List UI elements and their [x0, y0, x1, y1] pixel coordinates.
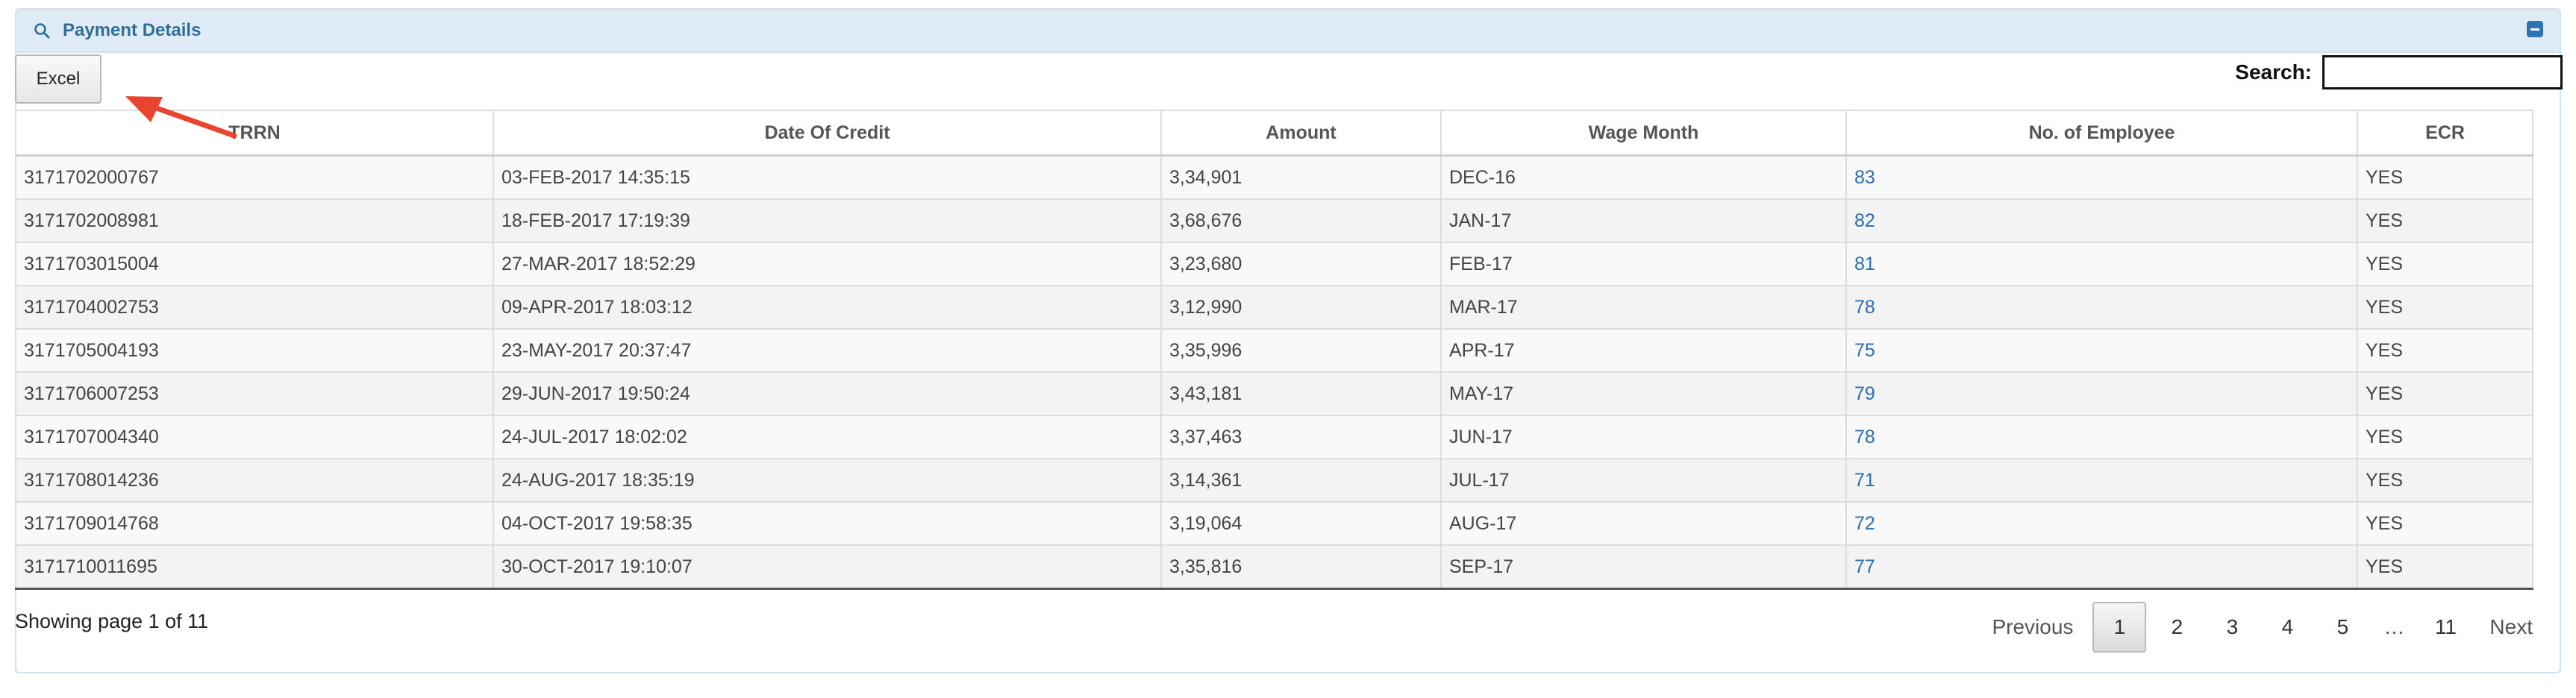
trrn-cell: 3171709014768 [15, 501, 494, 546]
search-input[interactable] [2322, 55, 2563, 89]
employee-count-link[interactable]: 77 [1845, 544, 2358, 590]
date-of-credit-cell: 23-MAY-2017 20:37:47 [493, 328, 1162, 373]
table-row: 3171709014768 04-OCT-2017 19:58:35 3,19,06… [15, 501, 2533, 546]
trrn-cell: 3171707004340 [15, 415, 494, 459]
table-row: 3171705004193 23-MAY-2017 20:37:47 3,35,99… [15, 328, 2533, 373]
trrn-cell: 3171708014236 [15, 458, 494, 503]
table-row: 3171710011695 30-OCT-2017 19:10:07 3,35,81… [15, 544, 2533, 590]
ecr-cell: YES [2357, 242, 2533, 286]
wage-month-cell: AUG-17 [1440, 501, 1847, 546]
page-button[interactable]: 3 [2204, 602, 2260, 653]
ecr-cell: YES [2357, 328, 2533, 373]
ecr-cell: YES [2357, 285, 2533, 330]
trrn-cell: 3171704002753 [15, 285, 494, 330]
ecr-cell: YES [2357, 501, 2533, 546]
trrn-cell: 3171706007253 [15, 371, 494, 416]
wage-month-cell: DEC-16 [1440, 154, 1847, 200]
page-button[interactable]: 2 [2149, 602, 2204, 653]
employee-count-link[interactable]: 78 [1845, 285, 2358, 330]
date-of-credit-cell: 18-FEB-2017 17:19:39 [493, 198, 1162, 243]
table-row: 3171702008981 18-FEB-2017 17:19:39 3,68,67… [15, 198, 2533, 243]
ecr-cell: YES [2357, 458, 2533, 503]
ecr-cell: YES [2357, 415, 2533, 459]
wage-month-cell: JUN-17 [1440, 415, 1847, 459]
wage-month-cell: SEP-17 [1440, 544, 1847, 590]
panel-title: Payment Details [63, 20, 201, 40]
wage-month-cell: JUL-17 [1440, 458, 1847, 503]
amount-cell: 3,34,901 [1160, 154, 1442, 200]
employee-count-link[interactable]: 72 [1845, 501, 2358, 546]
ecr-cell: YES [2357, 544, 2533, 590]
date-of-credit-cell: 30-OCT-2017 19:10:07 [493, 544, 1162, 590]
date-of-credit-cell: 04-OCT-2017 19:58:35 [493, 501, 1162, 546]
table-header-row: TRRN Date Of Credit Amount Wage Month No. of… [15, 110, 2533, 157]
pagination-ellipsis: … [2383, 615, 2405, 638]
ecr-cell: YES [2357, 371, 2533, 416]
table-row: 3171707004340 24-JUL-2017 18:02:02 3,37,46… [15, 415, 2533, 459]
amount-cell: 3,14,361 [1160, 458, 1442, 503]
table-body: 3171702000767 03-FEB-2017 14:35:15 3,34,90… [15, 154, 2533, 590]
table-row: 3171702000767 03-FEB-2017 14:35:15 3,34,90… [15, 154, 2533, 200]
table-row: 3171704002753 09-APR-2017 18:03:12 3,12,99… [15, 285, 2533, 330]
page-button[interactable]: 1 [2092, 602, 2147, 653]
amount-cell: 3,35,996 [1160, 328, 1442, 373]
date-of-credit-cell: 24-JUL-2017 18:02:02 [493, 415, 1162, 459]
panel-header: Payment Details [16, 10, 2560, 53]
amount-cell: 3,43,181 [1160, 371, 1442, 416]
column-header[interactable]: ECR [2357, 110, 2533, 157]
wage-month-cell: APR-17 [1440, 328, 1847, 373]
column-header[interactable]: Date Of Credit [493, 110, 1162, 157]
date-of-credit-cell: 27-MAR-2017 18:52:29 [493, 242, 1162, 286]
payment-table: TRRN Date Of Credit Amount Wage Month No. of… [15, 110, 2533, 590]
date-of-credit-cell: 29-JUN-2017 19:50:24 [493, 371, 1162, 416]
amount-cell: 3,37,463 [1160, 415, 1442, 459]
pagination: Previous 1 2 3 4 5 … 11 Next [1975, 601, 2549, 653]
trrn-cell: 3171702008981 [15, 198, 494, 243]
previous-page-button[interactable]: Previous [1975, 602, 2089, 653]
date-of-credit-cell: 03-FEB-2017 14:35:15 [493, 154, 1162, 200]
column-header[interactable]: Amount [1160, 110, 1442, 157]
trrn-cell: 3171703015004 [15, 242, 494, 286]
amount-cell: 3,68,676 [1160, 198, 1442, 243]
showing-page-text: Showing page 1 of 11 [15, 610, 209, 632]
red-arrow-pointing-at-excel-button [125, 96, 237, 139]
table-row: 3171703015004 27-MAR-2017 18:52:29 3,23,68… [15, 242, 2533, 286]
amount-cell: 3,19,064 [1160, 501, 1442, 546]
employee-count-link[interactable]: 75 [1845, 328, 2358, 373]
date-of-credit-cell: 24-AUG-2017 18:35:19 [493, 458, 1162, 503]
minus-square-icon [2530, 28, 2539, 31]
amount-cell: 3,12,990 [1160, 285, 1442, 330]
search-label: Search: [2235, 60, 2312, 84]
page-button[interactable]: 11 [2418, 602, 2473, 653]
page-button[interactable]: 4 [2260, 602, 2315, 653]
trrn-cell: 3171702000767 [15, 154, 494, 200]
wage-month-cell: MAY-17 [1440, 371, 1847, 416]
employee-count-link[interactable]: 81 [1845, 242, 2358, 286]
employee-count-link[interactable]: 79 [1845, 371, 2358, 416]
column-header[interactable]: No. of Employee [1845, 110, 2358, 157]
date-of-credit-cell: 09-APR-2017 18:03:12 [493, 285, 1162, 330]
ecr-cell: YES [2357, 198, 2533, 243]
excel-export-button[interactable]: Excel [15, 54, 101, 104]
wage-month-cell: JAN-17 [1440, 198, 1847, 243]
wage-month-cell: MAR-17 [1440, 285, 1847, 330]
employee-count-link[interactable]: 71 [1845, 458, 2358, 503]
search-icon [31, 20, 52, 41]
trrn-cell: 3171710011695 [15, 544, 494, 590]
amount-cell: 3,35,816 [1160, 544, 1442, 590]
employee-count-link[interactable]: 78 [1845, 415, 2358, 459]
column-header[interactable]: Wage Month [1440, 110, 1847, 157]
collapse-button[interactable] [2527, 21, 2543, 37]
amount-cell: 3,23,680 [1160, 242, 1442, 286]
search-box: Search: [2235, 55, 2563, 89]
wage-month-cell: FEB-17 [1440, 242, 1847, 286]
table-row: 3171708014236 24-AUG-2017 18:35:19 3,14,36… [15, 458, 2533, 503]
ecr-cell: YES [2357, 154, 2533, 200]
page-button[interactable]: 5 [2315, 602, 2370, 653]
employee-count-link[interactable]: 82 [1845, 198, 2358, 243]
table-row: 3171706007253 29-JUN-2017 19:50:24 3,43,18… [15, 371, 2533, 416]
trrn-cell: 3171705004193 [15, 328, 494, 373]
next-page-button[interactable]: Next [2473, 602, 2549, 653]
employee-count-link[interactable]: 83 [1845, 154, 2358, 200]
